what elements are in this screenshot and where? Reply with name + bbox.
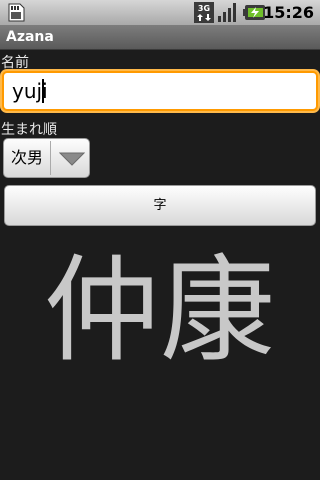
chevron-down-icon xyxy=(59,152,85,166)
app-title: Azana xyxy=(6,29,54,45)
name-label: 名前 xyxy=(1,55,29,71)
text-cursor xyxy=(42,79,44,103)
result-kanji: 仲康 xyxy=(43,244,276,378)
network-type-label: 3G xyxy=(198,4,210,13)
name-input[interactable]: yuji xyxy=(2,71,318,111)
spinner-divider xyxy=(50,141,51,175)
sd-card-icon xyxy=(8,3,25,22)
birth-order-spinner[interactable]: 次男 xyxy=(3,138,90,178)
birth-order-label: 生まれ順 xyxy=(1,122,57,138)
generate-kanji-button[interactable]: 字 xyxy=(4,185,316,226)
title-bar: Azana xyxy=(0,25,320,50)
birth-order-value: 次男 xyxy=(11,148,44,167)
status-time: 15:26 xyxy=(263,3,314,22)
signal-icon xyxy=(218,3,236,22)
status-bar: 3G 15:26 xyxy=(0,0,320,25)
3g-data-icon: 3G xyxy=(194,2,214,23)
